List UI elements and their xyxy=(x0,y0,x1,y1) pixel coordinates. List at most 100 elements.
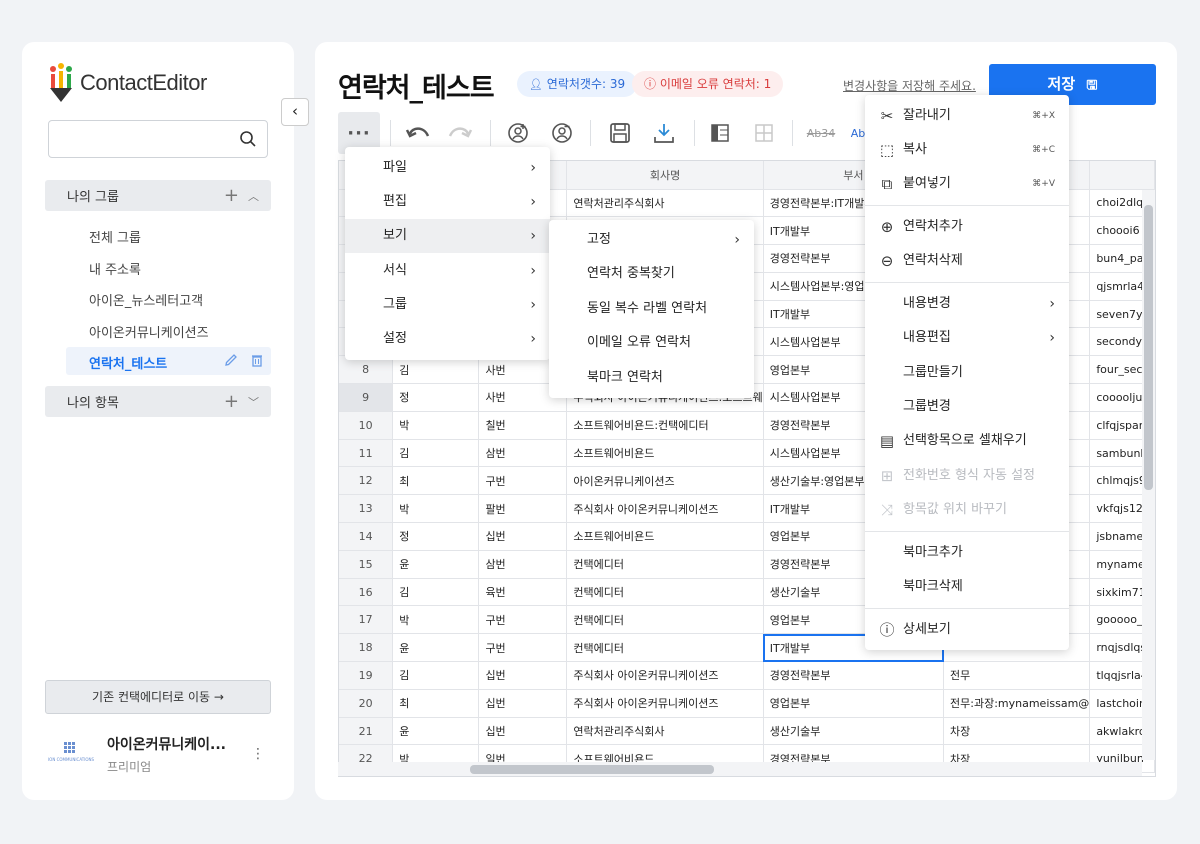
add-item-icon[interactable]: + xyxy=(224,391,239,412)
group-item-ion[interactable]: 아이온커뮤니케이션즈 xyxy=(89,322,209,341)
ctx-add-bookmark[interactable]: 북마크추가 xyxy=(865,536,1069,570)
submenu-item-email-errors[interactable]: 이메일 오류 연락처 xyxy=(549,326,754,360)
table-cell-name[interactable]: 윤 xyxy=(392,633,480,663)
table-row[interactable]: 20 최 십번 주식회사 아이온커뮤니케이션즈 영업본부 전무:과장:mynameissa… xyxy=(339,689,1155,718)
edit-pencil-icon[interactable] xyxy=(223,352,239,372)
table-cell-title[interactable]: 구번 xyxy=(478,605,568,635)
table-cell-name[interactable]: 김 xyxy=(392,578,480,607)
table-cell-num[interactable]: 21 xyxy=(339,717,394,746)
table-cell-pos[interactable]: 전무 xyxy=(943,661,1091,690)
menu-item-edit[interactable]: 편집 › xyxy=(345,185,550,219)
move-legacy-button[interactable]: 기존 컨택에디터로 이동 → xyxy=(45,680,271,714)
table-cell-num[interactable]: 14 xyxy=(339,522,394,551)
table-cell-num[interactable]: 18 xyxy=(339,633,394,663)
ctx-fill-cells[interactable]: ▤ 선택항목으로 셀채우기 xyxy=(865,424,1069,458)
table-cell-company[interactable]: 소프트웨어비욘드 xyxy=(566,439,764,468)
menu-item-view[interactable]: 보기 › xyxy=(345,219,550,253)
table-cell-num[interactable]: 10 xyxy=(339,411,394,440)
ctx-change-content[interactable]: 내용변경 › xyxy=(865,287,1069,321)
search-input[interactable] xyxy=(48,120,268,158)
profile-card[interactable]: ION COMMUNICATIONS 아이온커뮤니케이... 프리미엄 ⋮ xyxy=(48,734,272,774)
table-cell-company[interactable]: 컨택에디터 xyxy=(566,550,764,579)
table-cell-pos[interactable]: 차장 xyxy=(943,717,1091,746)
table-cell-title[interactable]: 칠번 xyxy=(478,411,568,440)
table-cell-name[interactable]: 김 xyxy=(392,661,480,690)
table-cell-name[interactable]: 박 xyxy=(392,605,480,635)
collapse-sidebar-button[interactable]: ‹ xyxy=(281,98,309,126)
menu-item-format[interactable]: 서식 › xyxy=(345,254,550,288)
table-cell-company[interactable]: 주식회사 아이온커뮤니케이션즈 xyxy=(566,494,764,524)
table-cell-title[interactable]: 육번 xyxy=(478,578,568,607)
table-cell-title[interactable]: 십번 xyxy=(478,717,568,746)
table-row[interactable]: 19 김 십번 주식회사 아이온커뮤니케이션즈 경영전략본부 전무 tlqqjsrla4 xyxy=(339,661,1155,690)
table-cell-name[interactable]: 박 xyxy=(392,494,480,524)
column-header[interactable] xyxy=(1089,161,1155,190)
table-cell-name[interactable]: 윤 xyxy=(392,717,480,746)
table-cell-company[interactable]: 소프트웨어비욘드:컨택에디터 xyxy=(566,411,764,440)
group-item-test[interactable]: 연락처_테스트 xyxy=(89,353,167,372)
search-icon[interactable] xyxy=(239,130,257,152)
add-group-icon[interactable]: + xyxy=(224,185,239,206)
table-cell-title[interactable]: 구번 xyxy=(478,633,568,663)
email-error-badge[interactable]: ⓘ 이메일 오류 연락처: 1 xyxy=(632,71,784,97)
table-cell-num[interactable]: 12 xyxy=(339,466,394,496)
table-cell-num[interactable]: 9 xyxy=(339,383,394,412)
table-cell-num[interactable]: 17 xyxy=(339,605,394,635)
table-cell-title[interactable]: 구번 xyxy=(478,466,568,496)
table-cell-title[interactable]: 십번 xyxy=(478,522,568,551)
table-row[interactable]: 21 윤 십번 연락처관리주식회사 생산기술부 차장 akwlakrd xyxy=(339,717,1155,746)
table-cell-name[interactable]: 박 xyxy=(392,411,480,440)
table-cell-name[interactable]: 정 xyxy=(392,522,480,551)
table-cell-title[interactable]: 삼번 xyxy=(478,439,568,468)
table-cell-company[interactable]: 연락처관리주식회사 xyxy=(566,189,764,218)
table-cell-pos[interactable]: 전무:과장:mynameissam@ xyxy=(943,689,1091,718)
my-items-header[interactable]: 나의 항목 + ﹀ xyxy=(45,386,271,417)
table-cell-company[interactable]: 아이온커뮤니케이션즈 xyxy=(566,466,764,496)
ctx-add-contact[interactable]: ⊕ 연락처추가 xyxy=(865,210,1069,244)
table-cell-company[interactable]: 주식회사 아이온커뮤니케이션즈 xyxy=(566,689,764,718)
ctx-remove-bookmark[interactable]: 북마크삭제 xyxy=(865,570,1069,604)
table-cell-company[interactable]: 소프트웨어비욘드 xyxy=(566,522,764,551)
table-cell-dept[interactable]: 영업본부 xyxy=(763,689,945,718)
ctx-change-group[interactable]: 그룹변경 xyxy=(865,390,1069,424)
table-grid-icon[interactable] xyxy=(744,112,784,154)
group-item-newsletter[interactable]: 아이온_뉴스레터고객 xyxy=(89,290,203,309)
table-cell-dept[interactable]: 생산기술부 xyxy=(763,717,945,746)
submenu-item-multi-label[interactable]: 동일 복수 라벨 연락처 xyxy=(549,292,754,326)
chevron-up-icon[interactable]: ︿ xyxy=(248,188,259,204)
submenu-item-duplicates[interactable]: 연락처 중복찾기 xyxy=(549,257,754,291)
table-cell-num[interactable]: 15 xyxy=(339,550,394,579)
ctx-cut[interactable]: ✂ 잘라내기 ⌘+X xyxy=(865,99,1069,133)
table-cell-name[interactable]: 정 xyxy=(392,383,480,412)
table-cell-name[interactable]: 윤 xyxy=(392,550,480,579)
table-cell-company[interactable]: 컨택에디터 xyxy=(566,633,764,663)
table-cell-num[interactable]: 13 xyxy=(339,494,394,524)
kebab-menu-icon[interactable]: ⋮ xyxy=(251,746,265,762)
ctx-create-group[interactable]: 그룹만들기 xyxy=(865,356,1069,390)
table-cell-dept[interactable]: 경영전략본부 xyxy=(763,661,945,690)
menu-item-file[interactable]: 파일 › xyxy=(345,151,550,185)
table-cell-num[interactable]: 20 xyxy=(339,689,394,718)
table-cell-name[interactable]: 김 xyxy=(392,439,480,468)
table-cell-company[interactable]: 컨택에디터 xyxy=(566,578,764,607)
fill-column-icon[interactable] xyxy=(700,112,740,154)
my-groups-header[interactable]: 나의 그룹 + ︿ xyxy=(45,180,271,211)
table-cell-name[interactable]: 최 xyxy=(392,466,480,496)
ctx-copy[interactable]: ⬚ 복사 ⌘+C xyxy=(865,133,1069,167)
table-cell-name[interactable]: 최 xyxy=(392,689,480,718)
table-cell-num[interactable]: 11 xyxy=(339,439,394,468)
trash-icon[interactable] xyxy=(249,352,265,372)
table-cell-num[interactable]: 16 xyxy=(339,578,394,607)
group-item-all[interactable]: 전체 그룹 xyxy=(89,227,141,246)
vertical-scroll-thumb[interactable] xyxy=(1144,205,1153,490)
save-file-icon[interactable] xyxy=(600,112,640,154)
menu-item-group[interactable]: 그룹 › xyxy=(345,288,550,322)
chevron-down-icon[interactable]: ﹀ xyxy=(248,394,259,410)
ctx-edit-content[interactable]: 내용편집 › xyxy=(865,321,1069,355)
ctx-paste[interactable]: ⧉ 붙여넣기 ⌘+V xyxy=(865,167,1069,201)
table-cell-num[interactable]: 19 xyxy=(339,661,394,690)
menu-item-settings[interactable]: 설정 › xyxy=(345,322,550,356)
table-cell-title[interactable]: 팔번 xyxy=(478,494,568,524)
horizontal-scrollbar[interactable] xyxy=(338,762,1142,776)
horizontal-scroll-thumb[interactable] xyxy=(470,765,714,774)
